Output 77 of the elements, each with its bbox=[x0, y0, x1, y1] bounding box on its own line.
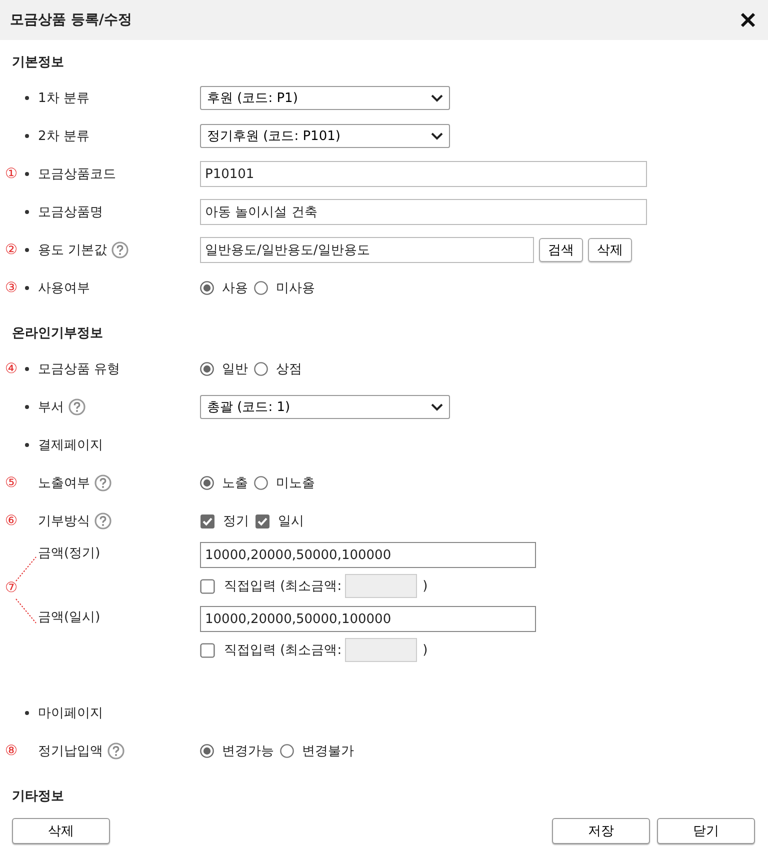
checkbox[interactable] bbox=[200, 514, 215, 528]
checkbox[interactable] bbox=[200, 578, 215, 594]
paren-text: ) bbox=[422, 578, 428, 594]
dropdown[interactable]: 총괄 (코드: 1) bbox=[200, 395, 450, 419]
step-number: ① bbox=[4, 166, 19, 182]
field-label: 용도 기본값 bbox=[38, 242, 108, 259]
option-label: 변경불가 bbox=[302, 743, 354, 760]
field-label: 마이페이지 bbox=[38, 705, 103, 722]
text-field[interactable]: 10000,20000,50000,100000 bbox=[200, 606, 536, 632]
field-label: 노출여부 bbox=[38, 475, 90, 492]
field-label: 사용여부 bbox=[38, 280, 90, 297]
radio-button[interactable] bbox=[280, 744, 294, 758]
chevron-icon bbox=[431, 403, 443, 411]
radio-button[interactable] bbox=[200, 362, 214, 376]
section-title: 기본정보 bbox=[12, 54, 64, 71]
leader-line bbox=[15, 598, 37, 624]
footer-button[interactable]: 닫기 bbox=[657, 818, 755, 844]
option-label: 노출 bbox=[222, 475, 248, 492]
action-button[interactable]: 검색 bbox=[539, 238, 583, 262]
field-label: 모금상품명 bbox=[38, 204, 103, 221]
help-icon[interactable] bbox=[68, 398, 86, 416]
text-field[interactable]: P10101 bbox=[200, 161, 647, 187]
field-label: 부서 bbox=[38, 399, 64, 416]
radio-button[interactable] bbox=[254, 281, 268, 295]
text-field[interactable]: 아동 놀이시설 건축 bbox=[200, 199, 647, 225]
dialog-title: 모금상품 등록/수정 bbox=[10, 11, 132, 29]
option-label: 직접입력 (최소금액: bbox=[224, 642, 342, 659]
option-label: 사용 bbox=[222, 280, 248, 297]
section-title: 기타정보 bbox=[12, 788, 64, 805]
radio-button[interactable] bbox=[200, 744, 214, 758]
delete-button[interactable]: 삭제 bbox=[12, 818, 110, 844]
radio-button[interactable] bbox=[254, 476, 268, 490]
text-field[interactable]: 10000,20000,50000,100000 bbox=[200, 542, 536, 568]
leader-line bbox=[15, 556, 37, 582]
field-label: 2차 분류 bbox=[38, 128, 90, 145]
chevron-icon bbox=[431, 94, 443, 102]
radio-button[interactable] bbox=[200, 476, 214, 490]
option-label: 미사용 bbox=[276, 280, 315, 297]
option-label: 변경가능 bbox=[222, 743, 274, 760]
option-label: 미노출 bbox=[276, 475, 315, 492]
field-label: 금액(일시) bbox=[38, 609, 100, 626]
action-button[interactable]: 삭제 bbox=[588, 238, 632, 262]
step-number: ⑧ bbox=[4, 743, 19, 759]
chevron-icon bbox=[431, 132, 443, 140]
step-number: ⑦ bbox=[5, 580, 18, 596]
option-label: 직접입력 (최소금액: bbox=[224, 578, 342, 595]
section-title: 온라인기부정보 bbox=[12, 325, 103, 342]
field-label: 모금상품 유형 bbox=[38, 361, 120, 378]
step-number: ⑥ bbox=[4, 513, 19, 529]
step-number: ② bbox=[4, 242, 19, 258]
step-number: ⑤ bbox=[4, 475, 19, 491]
paren-text: ) bbox=[422, 642, 428, 658]
checkbox[interactable] bbox=[255, 514, 270, 528]
help-icon[interactable] bbox=[107, 742, 125, 760]
option-label: 상점 bbox=[276, 361, 302, 378]
text-field[interactable]: 일반용도/일반용도/일반용도 bbox=[200, 237, 534, 263]
field-label: 기부방식 bbox=[38, 513, 90, 530]
step-number: ④ bbox=[4, 361, 19, 377]
field-label: 결제페이지 bbox=[38, 437, 103, 454]
help-icon[interactable] bbox=[94, 512, 112, 530]
field-label: 1차 분류 bbox=[38, 90, 90, 107]
step-number: ③ bbox=[4, 280, 19, 296]
checkbox[interactable] bbox=[200, 642, 215, 658]
help-icon[interactable] bbox=[111, 241, 130, 259]
close-icon[interactable] bbox=[740, 12, 756, 28]
radio-button[interactable] bbox=[200, 281, 214, 295]
footer-button[interactable]: 저장 bbox=[552, 818, 650, 844]
option-label: 정기 bbox=[223, 513, 249, 530]
field-label: 모금상품코드 bbox=[38, 166, 116, 183]
field-label: 금액(정기) bbox=[38, 545, 100, 562]
radio-button[interactable] bbox=[254, 362, 268, 376]
field-label: 정기납입액 bbox=[38, 743, 103, 760]
dropdown[interactable]: 후원 (코드: P1) bbox=[200, 86, 450, 110]
dropdown[interactable]: 정기후원 (코드: P101) bbox=[200, 124, 450, 148]
option-label: 일반 bbox=[222, 361, 248, 378]
help-icon[interactable] bbox=[94, 474, 112, 492]
option-label: 일시 bbox=[278, 513, 304, 530]
